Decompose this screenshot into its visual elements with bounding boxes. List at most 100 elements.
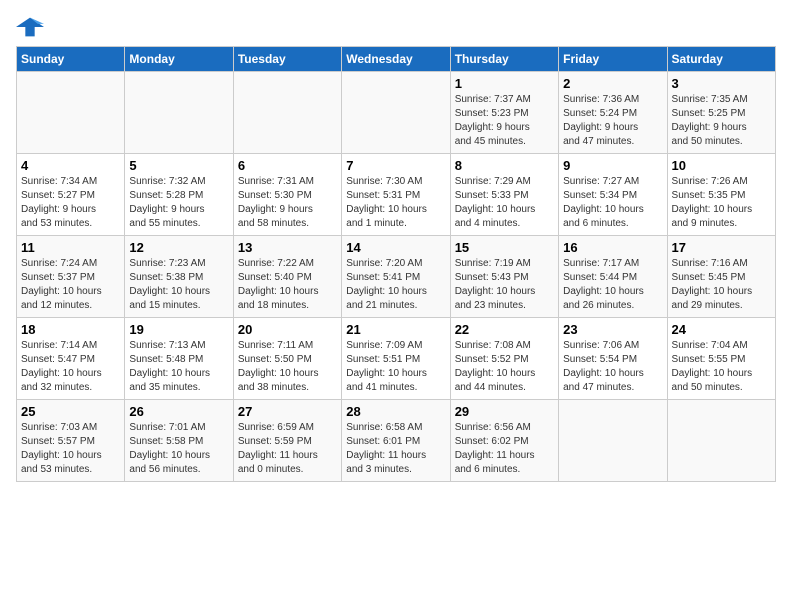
day-number: 9 [563,158,662,173]
column-header-tuesday: Tuesday [233,47,341,72]
column-header-sunday: Sunday [17,47,125,72]
day-info: Sunrise: 6:59 AM Sunset: 5:59 PM Dayligh… [238,421,337,477]
day-info: Sunrise: 7:26 AM Sunset: 5:35 PM Dayligh… [672,175,771,231]
column-header-wednesday: Wednesday [342,47,450,72]
calendar-cell: 4 Sunrise: 7:34 AM Sunset: 5:27 PM Daylig… [17,154,125,236]
header-row: SundayMondayTuesdayWednesdayThursdayFrid… [17,47,776,72]
calendar-cell: 12 Sunrise: 7:23 AM Sunset: 5:38 PM Dayli… [125,236,233,318]
calendar-cell [342,72,450,154]
day-number: 27 [238,404,337,419]
calendar-cell: 14Sunrise: 7:20 AM Sunset: 5:41 PM Dayli… [342,236,450,318]
calendar-cell: 29 Sunrise: 6:56 AM Sunset: 6:02 PM Dayli… [450,400,558,482]
calendar-cell: 19Sunrise: 7:13 AM Sunset: 5:48 PM Dayli… [125,318,233,400]
week-row-2: 4 Sunrise: 7:34 AM Sunset: 5:27 PM Daylig… [17,154,776,236]
calendar-cell: 20 Sunrise: 7:11 AM Sunset: 5:50 PM Dayli… [233,318,341,400]
calendar-cell: 6 Sunrise: 7:31 AM Sunset: 5:30 PM Daylig… [233,154,341,236]
day-info: Sunrise: 7:04 AM Sunset: 5:55 PM Dayligh… [672,339,771,395]
calendar-cell: 26 Sunrise: 7:01 AM Sunset: 5:58 PM Dayli… [125,400,233,482]
calendar-cell: 8Sunrise: 7:29 AM Sunset: 5:33 PM Daylig… [450,154,558,236]
week-row-5: 25 Sunrise: 7:03 AM Sunset: 5:57 PM Dayli… [17,400,776,482]
calendar-cell: 7Sunrise: 7:30 AM Sunset: 5:31 PM Daylig… [342,154,450,236]
calendar-cell [667,400,775,482]
column-header-thursday: Thursday [450,47,558,72]
day-number: 3 [672,76,771,91]
day-info: Sunrise: 7:35 AM Sunset: 5:25 PM Dayligh… [672,93,771,149]
day-number: 23 [563,322,662,337]
day-number: 2 [563,76,662,91]
calendar-cell: 16 Sunrise: 7:17 AM Sunset: 5:44 PM Dayli… [559,236,667,318]
day-number: 18 [21,322,120,337]
day-number: 13 [238,240,337,255]
day-number: 22 [455,322,554,337]
day-number: 4 [21,158,120,173]
day-number: 17 [672,240,771,255]
day-info: Sunrise: 7:09 AM Sunset: 5:51 PM Dayligh… [346,339,445,395]
day-number: 26 [129,404,228,419]
day-number: 14 [346,240,445,255]
calendar-cell: 15 Sunrise: 7:19 AM Sunset: 5:43 PM Dayli… [450,236,558,318]
day-info: Sunrise: 6:56 AM Sunset: 6:02 PM Dayligh… [455,421,554,477]
calendar-cell: 3 Sunrise: 7:35 AM Sunset: 5:25 PM Daylig… [667,72,775,154]
header [16,16,776,38]
day-info: Sunrise: 7:14 AM Sunset: 5:47 PM Dayligh… [21,339,120,395]
calendar-cell: 22 Sunrise: 7:08 AM Sunset: 5:52 PM Dayli… [450,318,558,400]
calendar-cell: 1 Sunrise: 7:37 AM Sunset: 5:23 PM Daylig… [450,72,558,154]
calendar-cell: 17Sunrise: 7:16 AM Sunset: 5:45 PM Dayli… [667,236,775,318]
calendar-cell: 23 Sunrise: 7:06 AM Sunset: 5:54 PM Dayli… [559,318,667,400]
day-info: Sunrise: 7:27 AM Sunset: 5:34 PM Dayligh… [563,175,662,231]
day-info: Sunrise: 7:13 AM Sunset: 5:48 PM Dayligh… [129,339,228,395]
calendar-cell: 5Sunrise: 7:32 AM Sunset: 5:28 PM Daylig… [125,154,233,236]
calendar-table: SundayMondayTuesdayWednesdayThursdayFrid… [16,46,776,482]
day-info: Sunrise: 7:03 AM Sunset: 5:57 PM Dayligh… [21,421,120,477]
day-number: 16 [563,240,662,255]
calendar-cell [125,72,233,154]
day-number: 25 [21,404,120,419]
column-header-saturday: Saturday [667,47,775,72]
calendar-cell: 18 Sunrise: 7:14 AM Sunset: 5:47 PM Dayli… [17,318,125,400]
calendar-cell: 27 Sunrise: 6:59 AM Sunset: 5:59 PM Dayli… [233,400,341,482]
day-number: 12 [129,240,228,255]
calendar-cell [559,400,667,482]
day-info: Sunrise: 7:01 AM Sunset: 5:58 PM Dayligh… [129,421,228,477]
day-info: Sunrise: 7:17 AM Sunset: 5:44 PM Dayligh… [563,257,662,313]
calendar-cell: 28Sunrise: 6:58 AM Sunset: 6:01 PM Dayli… [342,400,450,482]
week-row-4: 18 Sunrise: 7:14 AM Sunset: 5:47 PM Dayli… [17,318,776,400]
day-info: Sunrise: 7:36 AM Sunset: 5:24 PM Dayligh… [563,93,662,149]
day-info: Sunrise: 7:19 AM Sunset: 5:43 PM Dayligh… [455,257,554,313]
calendar-cell: 10 Sunrise: 7:26 AM Sunset: 5:35 PM Dayli… [667,154,775,236]
calendar-cell: 9 Sunrise: 7:27 AM Sunset: 5:34 PM Daylig… [559,154,667,236]
day-number: 21 [346,322,445,337]
calendar-cell: 13 Sunrise: 7:22 AM Sunset: 5:40 PM Dayli… [233,236,341,318]
day-number: 6 [238,158,337,173]
day-info: Sunrise: 7:31 AM Sunset: 5:30 PM Dayligh… [238,175,337,231]
day-info: Sunrise: 7:06 AM Sunset: 5:54 PM Dayligh… [563,339,662,395]
day-info: Sunrise: 7:37 AM Sunset: 5:23 PM Dayligh… [455,93,554,149]
day-number: 10 [672,158,771,173]
day-number: 5 [129,158,228,173]
day-info: Sunrise: 7:08 AM Sunset: 5:52 PM Dayligh… [455,339,554,395]
day-number: 24 [672,322,771,337]
day-info: Sunrise: 7:22 AM Sunset: 5:40 PM Dayligh… [238,257,337,313]
day-number: 15 [455,240,554,255]
day-number: 7 [346,158,445,173]
day-number: 20 [238,322,337,337]
day-info: Sunrise: 7:11 AM Sunset: 5:50 PM Dayligh… [238,339,337,395]
week-row-3: 11 Sunrise: 7:24 AM Sunset: 5:37 PM Dayli… [17,236,776,318]
day-number: 11 [21,240,120,255]
day-info: Sunrise: 7:34 AM Sunset: 5:27 PM Dayligh… [21,175,120,231]
day-info: Sunrise: 7:23 AM Sunset: 5:38 PM Dayligh… [129,257,228,313]
calendar-cell: 25 Sunrise: 7:03 AM Sunset: 5:57 PM Dayli… [17,400,125,482]
calendar-cell: 24 Sunrise: 7:04 AM Sunset: 5:55 PM Dayli… [667,318,775,400]
logo [16,16,48,38]
calendar-cell: 11 Sunrise: 7:24 AM Sunset: 5:37 PM Dayli… [17,236,125,318]
day-number: 1 [455,76,554,91]
calendar-cell: 21 Sunrise: 7:09 AM Sunset: 5:51 PM Dayli… [342,318,450,400]
day-number: 29 [455,404,554,419]
day-info: Sunrise: 7:24 AM Sunset: 5:37 PM Dayligh… [21,257,120,313]
column-header-monday: Monday [125,47,233,72]
week-row-1: 1 Sunrise: 7:37 AM Sunset: 5:23 PM Daylig… [17,72,776,154]
calendar-cell [17,72,125,154]
logo-bird-icon [16,16,44,38]
day-number: 8 [455,158,554,173]
calendar-cell [233,72,341,154]
